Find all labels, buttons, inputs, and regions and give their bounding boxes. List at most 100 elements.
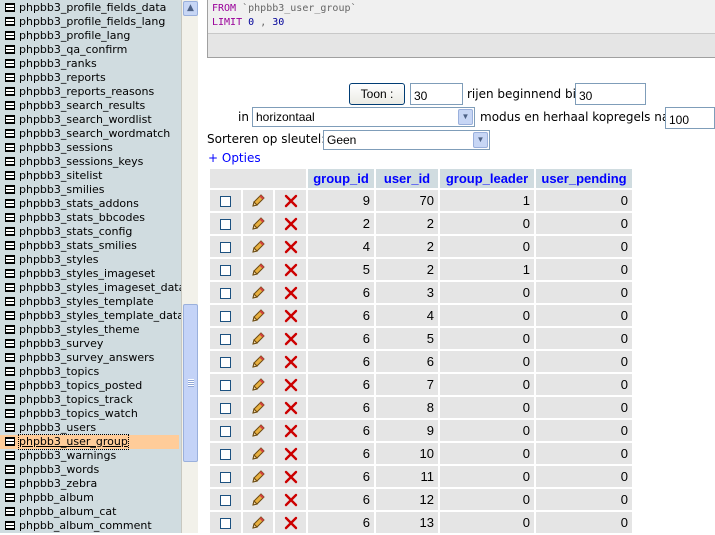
row-edit-cell[interactable]	[242, 305, 274, 326]
sidebar-table-name[interactable]: phpbb3_reports	[19, 71, 106, 85]
sidebar-table-name[interactable]: phpbb3_sessions_keys	[19, 155, 143, 169]
sidebar-table-name[interactable]: phpbb3_stats_addons	[19, 197, 139, 211]
delete-icon[interactable]	[284, 423, 298, 438]
row-delete-cell[interactable]	[275, 190, 306, 211]
table-icon[interactable]	[5, 367, 15, 376]
sidebar-table-item[interactable]: phpbb3_profile_fields_data	[0, 1, 179, 15]
sidebar-table-name[interactable]: phpbb3_topics_posted	[19, 379, 142, 393]
delete-icon[interactable]	[284, 446, 298, 461]
row-edit-cell[interactable]	[242, 282, 274, 303]
row-delete-cell[interactable]	[275, 420, 306, 441]
row-checkbox[interactable]	[219, 196, 231, 208]
row-edit-cell[interactable]	[242, 489, 274, 510]
sort-key-select[interactable]: Geen ▼	[323, 130, 490, 150]
table-icon[interactable]	[5, 437, 15, 446]
table-icon[interactable]	[5, 227, 15, 236]
sidebar-table-name[interactable]: phpbb3_profile_fields_data	[19, 1, 166, 15]
sidebar-table-item[interactable]: phpbb3_survey	[0, 337, 179, 351]
row-edit-cell[interactable]	[242, 374, 274, 395]
sidebar-table-item[interactable]: phpbb3_styles_imageset_data	[0, 281, 181, 295]
sidebar-table-item[interactable]: phpbb3_styles_template	[0, 295, 179, 309]
sidebar-table-name[interactable]: phpbb3_search_wordlist	[19, 113, 152, 127]
table-icon[interactable]	[5, 507, 15, 516]
table-icon[interactable]	[5, 59, 15, 68]
delete-icon[interactable]	[284, 400, 298, 415]
row-checkbox[interactable]	[219, 288, 231, 300]
sidebar-table-item[interactable]: phpbb3_sitelist	[0, 169, 179, 183]
sidebar-table-item[interactable]: phpbb3_sessions_keys	[0, 155, 179, 169]
sidebar-table-name[interactable]: phpbb3_search_results	[19, 99, 145, 113]
table-icon[interactable]	[5, 269, 15, 278]
row-edit-cell[interactable]	[242, 466, 274, 487]
row-checkbox[interactable]	[219, 219, 231, 231]
pencil-icon[interactable]	[250, 192, 266, 207]
pencil-icon[interactable]	[250, 215, 266, 230]
pencil-icon[interactable]	[250, 399, 266, 414]
sidebar-table-item[interactable]: phpbb3_stats_addons	[0, 197, 179, 211]
delete-icon[interactable]	[284, 515, 298, 530]
sidebar-table-item[interactable]: phpbb3_search_wordmatch	[0, 127, 179, 141]
column-header-group-leader[interactable]: group_leader	[440, 169, 534, 188]
sidebar-table-item[interactable]: phpbb3_survey_answers	[0, 351, 179, 365]
sidebar-table-item[interactable]: phpbb3_profile_fields_lang	[0, 15, 179, 29]
table-icon[interactable]	[5, 465, 15, 474]
row-checkbox-cell[interactable]	[210, 213, 241, 234]
table-icon[interactable]	[5, 45, 15, 54]
sidebar-table-item[interactable]: phpbb3_warnings	[0, 449, 179, 463]
pencil-icon[interactable]	[250, 330, 266, 345]
table-icon[interactable]	[5, 297, 15, 306]
row-delete-cell[interactable]	[275, 374, 306, 395]
row-checkbox-cell[interactable]	[210, 282, 241, 303]
sidebar-table-item[interactable]: phpbb3_user_group	[0, 434, 179, 450]
table-icon[interactable]	[5, 339, 15, 348]
sidebar-table-item[interactable]: phpbb3_reports	[0, 71, 179, 85]
sidebar-table-item[interactable]: phpbb3_words	[0, 463, 179, 477]
sidebar-table-name[interactable]: phpbb3_styles_template_data	[19, 309, 181, 323]
sidebar-table-item[interactable]: phpbb3_profile_lang	[0, 29, 179, 43]
row-checkbox-cell[interactable]	[210, 305, 241, 326]
table-icon[interactable]	[5, 17, 15, 26]
sidebar-table-item[interactable]: phpbb3_search_wordlist	[0, 113, 179, 127]
pencil-icon[interactable]	[250, 353, 266, 368]
table-icon[interactable]	[5, 143, 15, 152]
row-checkbox-cell[interactable]	[210, 512, 241, 533]
table-icon[interactable]	[5, 381, 15, 390]
sidebar-scrollbar[interactable]: ▲	[181, 0, 198, 533]
row-edit-cell[interactable]	[242, 328, 274, 349]
pencil-icon[interactable]	[250, 514, 266, 529]
table-icon[interactable]	[5, 479, 15, 488]
pencil-icon[interactable]	[250, 238, 266, 253]
table-icon[interactable]	[5, 311, 15, 320]
table-icon[interactable]	[5, 115, 15, 124]
show-button[interactable]: Toon :	[349, 83, 405, 105]
delete-icon[interactable]	[284, 492, 298, 507]
table-icon[interactable]	[5, 87, 15, 96]
row-checkbox[interactable]	[219, 449, 231, 461]
pencil-icon[interactable]	[250, 468, 266, 483]
row-edit-cell[interactable]	[242, 213, 274, 234]
sidebar-table-name[interactable]: phpbb3_ranks	[19, 57, 97, 71]
row-checkbox-cell[interactable]	[210, 397, 241, 418]
table-icon[interactable]	[5, 185, 15, 194]
table-icon[interactable]	[5, 241, 15, 250]
row-delete-cell[interactable]	[275, 259, 306, 280]
sidebar-table-name[interactable]: phpbb_album_comment	[19, 519, 152, 533]
chevron-down-icon[interactable]: ▼	[458, 109, 473, 125]
row-delete-cell[interactable]	[275, 351, 306, 372]
sidebar-table-item[interactable]: phpbb3_topics_track	[0, 393, 179, 407]
row-checkbox-cell[interactable]	[210, 420, 241, 441]
row-checkbox-cell[interactable]	[210, 374, 241, 395]
row-edit-cell[interactable]	[242, 351, 274, 372]
row-checkbox[interactable]	[219, 495, 231, 507]
delete-icon[interactable]	[284, 262, 298, 277]
sidebar-table-name[interactable]: phpbb3_survey_answers	[19, 351, 154, 365]
row-checkbox[interactable]	[219, 472, 231, 484]
sidebar-table-name[interactable]: phpbb3_profile_lang	[19, 29, 130, 43]
sidebar-table-name[interactable]: phpbb_album_cat	[19, 505, 116, 519]
row-checkbox-cell[interactable]	[210, 259, 241, 280]
row-delete-cell[interactable]	[275, 282, 306, 303]
sidebar-table-item[interactable]: phpbb3_topics_posted	[0, 379, 179, 393]
sidebar-table-item[interactable]: phpbb3_stats_bbcodes	[0, 211, 179, 225]
table-icon[interactable]	[5, 409, 15, 418]
row-edit-cell[interactable]	[242, 259, 274, 280]
